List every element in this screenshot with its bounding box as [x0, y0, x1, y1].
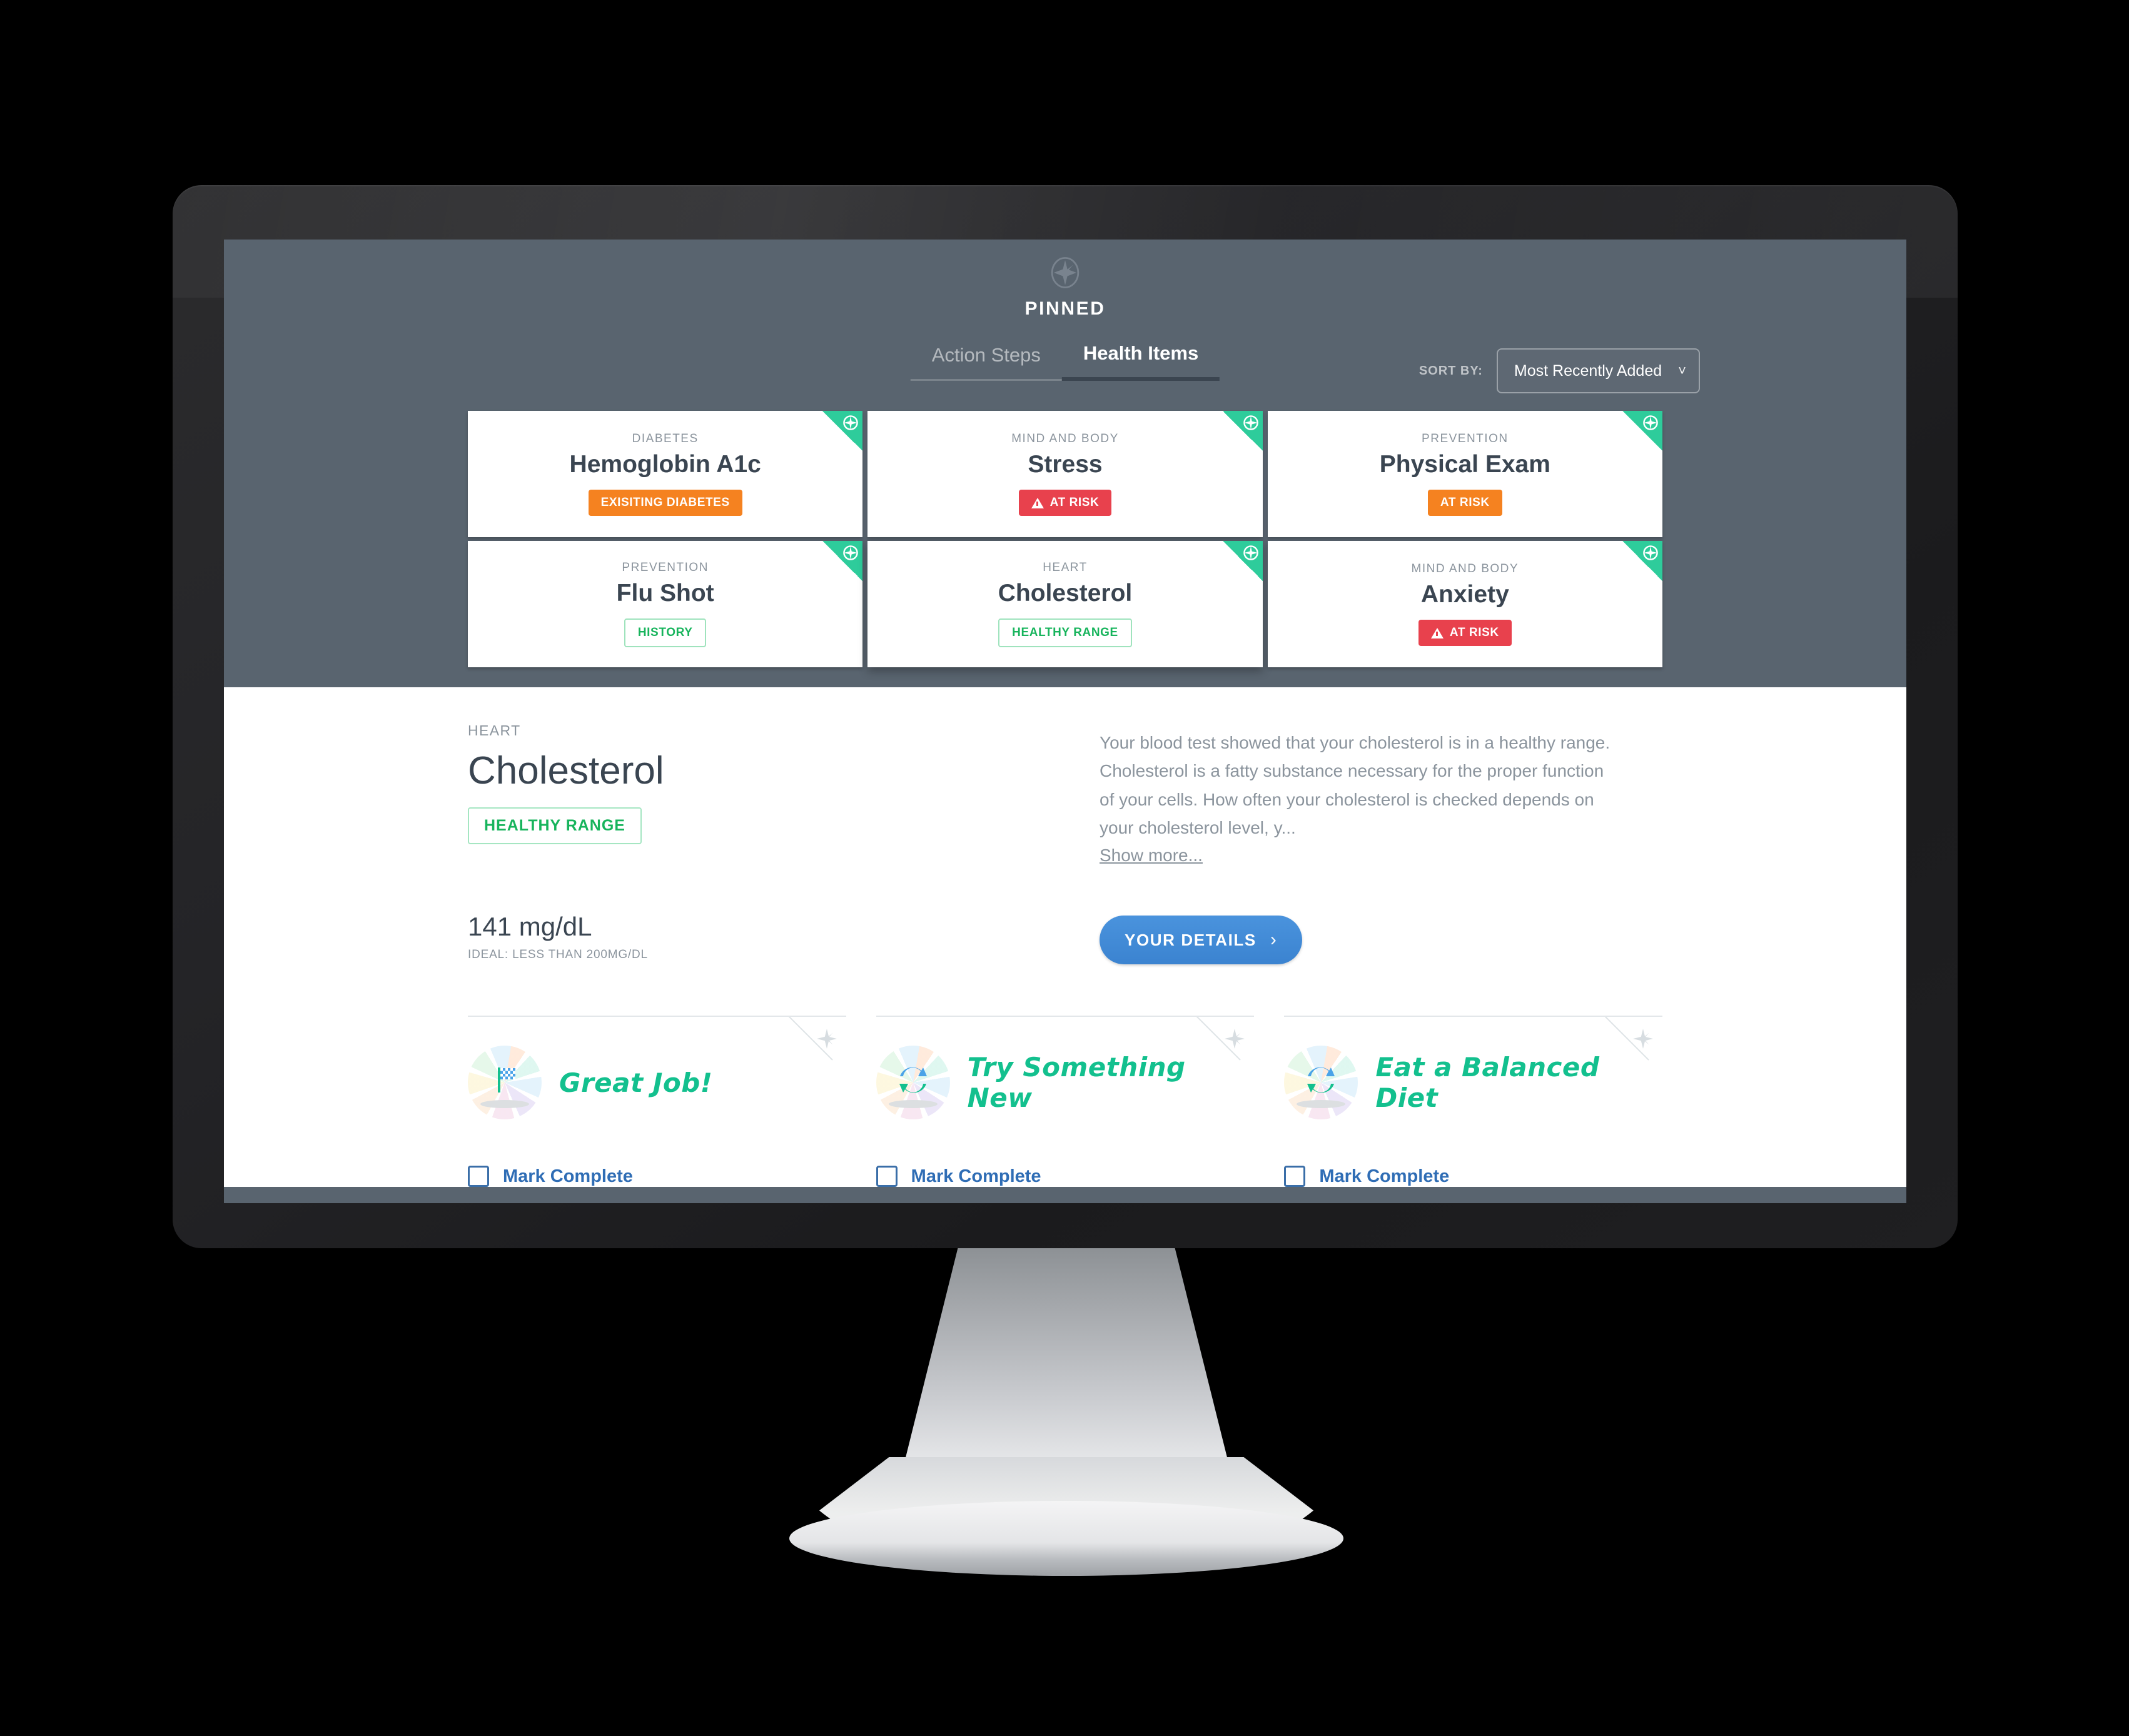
tabs-row: Action Steps Health Items SORT BY: Most … [224, 342, 1906, 393]
health-item-title: Stress [1028, 451, 1103, 478]
health-item-category: HEART [1043, 561, 1088, 574]
refresh-cycle-icon [1307, 1067, 1335, 1093]
health-item-status-badge-label: AT RISK [1049, 496, 1100, 509]
health-item-title: Physical Exam [1379, 451, 1550, 478]
health-item-card[interactable]: PREVENTION Flu Shot HISTORY [468, 541, 863, 667]
show-more-link[interactable]: Show more... [1100, 845, 1203, 865]
action-step-card: Eat a Balanced Diet Mark Complete [1284, 1016, 1662, 1188]
compass-star-icon [1047, 255, 1083, 291]
emblem-shadow [888, 1100, 938, 1109]
emblem-shadow [480, 1100, 529, 1109]
action-step-label: Great Job! [559, 1067, 713, 1098]
detail-panel: HEART Cholesterol HEALTHY RANGE Your blo… [224, 687, 1906, 1188]
app-header: PINNED Action Steps Health Items SORT BY… [224, 240, 1906, 671]
health-item-title: Flu Shot [616, 580, 714, 607]
action-steps-row: Great Job! Mark Complete Try Something New… [468, 1016, 1662, 1188]
tabs: Action Steps Health Items [910, 342, 1220, 381]
health-item-status-badge-label: EXISITING DIABETES [600, 496, 730, 509]
health-item-category: MIND AND BODY [1411, 562, 1519, 575]
health-item-card[interactable]: MIND AND BODY Anxiety AT RISK [1267, 541, 1662, 667]
your-details-button[interactable]: YOUR DETAILS › [1100, 916, 1303, 965]
measurement-ideal-range: IDEAL: LESS THAN 200MG/DL [468, 948, 648, 962]
action-step-emblem [1284, 1046, 1358, 1120]
screen-viewport: PINNED Action Steps Health Items SORT BY… [224, 240, 1906, 1203]
health-item-card[interactable]: HEART Cholesterol HEALTHY RANGE [867, 541, 1263, 667]
health-item-card[interactable]: MIND AND BODY Stress AT RISK [867, 411, 1263, 537]
tab-action-steps[interactable]: Action Steps [910, 344, 1062, 381]
health-item-status-badge-label: AT RISK [1449, 626, 1499, 639]
health-item-status-badge: HEALTHY RANGE [998, 618, 1132, 647]
health-items-grid: DIABETES Hemoglobin A1c EXISITING DIABETES… [468, 411, 1662, 671]
pin-corner-flag[interactable] [1622, 541, 1662, 581]
mark-complete-label: Mark Complete [1319, 1166, 1450, 1186]
health-item-title: Anxiety [1420, 581, 1509, 608]
pin-star-icon [843, 545, 859, 560]
measurement-block: 141 mg/dL IDEAL: LESS THAN 200MG/DL [468, 912, 1031, 962]
health-item-title: Hemoglobin A1c [569, 451, 761, 478]
tab-health-items[interactable]: Health Items [1061, 342, 1220, 381]
health-item-category: MIND AND BODY [1011, 432, 1119, 445]
mark-complete-row[interactable]: Mark Complete [1284, 1166, 1662, 1188]
health-item-status-badge: AT RISK [1427, 490, 1502, 516]
pin-corner-flag[interactable] [1222, 541, 1263, 581]
health-item-title: Cholesterol [998, 580, 1133, 607]
warning-triangle-icon [1031, 497, 1044, 508]
mark-complete-checkbox[interactable] [1284, 1166, 1306, 1188]
your-details-button-label: YOUR DETAILS [1125, 930, 1257, 949]
sort-by-value: Most Recently Added [1514, 361, 1662, 380]
pin-corner-flag[interactable] [822, 411, 863, 451]
detail-description: Your blood test showed that your cholest… [1100, 733, 1611, 838]
pin-corner-flag[interactable] [1222, 411, 1263, 451]
mark-complete-label: Mark Complete [503, 1166, 633, 1186]
health-item-card[interactable]: PREVENTION Physical Exam AT RISK [1267, 411, 1662, 537]
pin-corner-flag[interactable] [822, 541, 863, 581]
health-item-status-badge-label: HEALTHY RANGE [1012, 626, 1118, 639]
pin-star-icon [1643, 415, 1658, 430]
pin-star-icon [1243, 545, 1258, 560]
health-item-status-badge: AT RISK [1018, 490, 1112, 516]
screenshot-stage: PINNED Action Steps Health Items SORT BY… [0, 0, 2129, 1736]
pin-star-icon [843, 415, 859, 430]
pin-corner-flag[interactable] [1622, 411, 1662, 451]
health-item-status-badge: AT RISK [1418, 620, 1512, 646]
health-item-status-badge: HISTORY [624, 618, 707, 647]
chevron-right-icon: › [1270, 929, 1278, 951]
mark-complete-label: Mark Complete [911, 1166, 1041, 1186]
checkered-flag-icon [498, 1067, 515, 1093]
pin-star-icon [1243, 415, 1258, 430]
sort-by-select[interactable]: Most Recently Added ˅ [1496, 348, 1700, 393]
detail-status-badge: HEALTHY RANGE [468, 807, 642, 845]
chevron-down-icon: ˅ [1678, 363, 1686, 378]
mark-complete-row[interactable]: Mark Complete [876, 1166, 1255, 1188]
pin-star-icon [1643, 545, 1658, 560]
page-title: PINNED [1024, 298, 1106, 319]
mark-complete-checkbox[interactable] [876, 1166, 898, 1188]
action-step-emblem [468, 1046, 542, 1120]
action-step-card: Try Something New Mark Complete [876, 1016, 1255, 1188]
sort-by-label: SORT BY: [1418, 363, 1483, 378]
refresh-cycle-icon [899, 1067, 927, 1093]
mark-complete-row[interactable]: Mark Complete [468, 1166, 846, 1188]
monitor-stand-base [789, 1501, 1343, 1576]
health-item-card[interactable]: DIABETES Hemoglobin A1c EXISITING DIABETES [468, 411, 863, 537]
health-item-category: PREVENTION [622, 561, 709, 574]
detail-category: HEART [468, 722, 521, 739]
warning-triangle-icon [1430, 627, 1444, 638]
health-item-category: PREVENTION [1422, 432, 1509, 445]
health-item-status-badge: EXISITING DIABETES [588, 490, 742, 516]
measurement-value: 141 mg/dL [468, 912, 592, 942]
emblem-shadow [1297, 1100, 1346, 1109]
detail-title: Cholesterol [468, 749, 664, 792]
mark-complete-checkbox[interactable] [468, 1166, 489, 1188]
health-item-category: DIABETES [632, 432, 699, 445]
action-step-card: Great Job! Mark Complete [468, 1016, 846, 1188]
sort-by-control: SORT BY: Most Recently Added ˅ [1419, 348, 1700, 393]
action-step-label: Eat a Balanced Diet [1375, 1052, 1600, 1114]
health-item-status-badge-label: AT RISK [1440, 496, 1490, 509]
action-step-emblem [876, 1046, 950, 1120]
action-step-label: Try Something New [967, 1052, 1186, 1114]
health-item-status-badge-label: HISTORY [637, 626, 693, 639]
